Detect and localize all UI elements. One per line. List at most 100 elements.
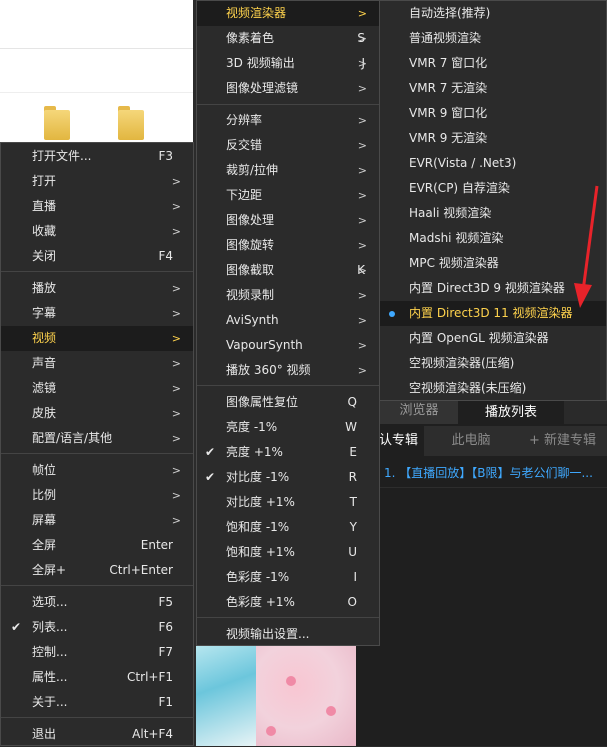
menu-item-haali-renderer[interactable]: Haali 视频渲染 xyxy=(380,201,606,226)
menu-item-playlist[interactable]: 列表... F6 ✔ xyxy=(1,615,193,640)
menu-item-brightness-down[interactable]: 亮度 -1% W xyxy=(197,415,379,440)
video-thumbnail xyxy=(196,646,356,746)
submenu-arrow-icon: > xyxy=(357,239,367,252)
album-tab-this-pc[interactable]: 此电脑 xyxy=(424,426,518,456)
menu-item-auto-select[interactable]: 自动选择(推荐) xyxy=(380,1,606,26)
submenu-arrow-icon: > xyxy=(357,7,367,20)
menu-item-video-output-settings[interactable]: 视频输出设置... xyxy=(197,622,379,647)
submenu-arrow-icon: > xyxy=(171,225,181,238)
menu-item-null-uncompressed[interactable]: 空视频渲染器(未压缩) xyxy=(380,376,606,401)
menu-item-label: 裁剪/拉伸 xyxy=(226,163,279,177)
menu-item-fullscreen[interactable]: 全屏 Enter xyxy=(1,533,193,558)
menu-item-label: VMR 7 窗口化 xyxy=(409,56,488,70)
menu-item-options[interactable]: 选项... F5 xyxy=(1,590,193,615)
menu-item-contrast-up[interactable]: 对比度 +1% T xyxy=(197,490,379,515)
menu-item-exit[interactable]: 退出 Alt+F4 xyxy=(1,722,193,747)
menu-item-resolution[interactable]: 分辨率 > xyxy=(197,108,379,133)
menu-item-hue-down[interactable]: 色彩度 -1% I xyxy=(197,565,379,590)
menu-item-open-file[interactable]: 打开文件... F3 xyxy=(1,144,193,169)
folder-icon[interactable] xyxy=(44,106,72,140)
menu-item-d3d11-renderer[interactable]: 内置 Direct3D 11 视频渲染器 xyxy=(380,301,606,326)
menu-item-saturation-up[interactable]: 饱和度 +1% U xyxy=(197,540,379,565)
menu-item-skin[interactable]: 皮肤 > xyxy=(1,401,193,426)
menu-item-open[interactable]: 打开 > xyxy=(1,169,193,194)
menu-item-playback[interactable]: 播放 > xyxy=(1,276,193,301)
menu-item-d3d9-renderer[interactable]: 内置 Direct3D 9 视频渲染器 xyxy=(380,276,606,301)
menu-item-3d-video-output[interactable]: 3D 视频输出 J > xyxy=(197,51,379,76)
folder-icon[interactable] xyxy=(118,106,146,140)
checkmark-icon: ✔ xyxy=(205,470,216,484)
menu-item-image-rotation[interactable]: 图像旋转 > xyxy=(197,233,379,258)
menu-separator xyxy=(1,717,193,718)
menu-item-label: 饱和度 +1% xyxy=(226,545,295,559)
menu-item-label: 下边距 xyxy=(226,188,263,202)
menu-item-normal-renderer[interactable]: 普通视频渲染 xyxy=(380,26,606,51)
menu-item-config-language-other[interactable]: 配置/语言/其他 > xyxy=(1,426,193,451)
tab-playlist[interactable]: 播放列表 xyxy=(458,397,564,424)
menu-item-saturation-down[interactable]: 饱和度 -1% Y xyxy=(197,515,379,540)
menu-item-label: 对比度 -1% xyxy=(226,470,290,484)
menu-item-evr[interactable]: EVR(Vista / .Net3) xyxy=(380,151,606,176)
radio-selected-icon xyxy=(389,311,395,317)
menu-item-close[interactable]: 关闭 F4 xyxy=(1,244,193,269)
submenu-arrow-icon: > xyxy=(171,282,181,295)
menu-item-label: 像素着色 xyxy=(226,31,275,45)
menu-item-video-recording[interactable]: 视频录制 > xyxy=(197,283,379,308)
menu-item-shortcut: F1 xyxy=(158,695,173,709)
menu-item-play-360-video[interactable]: 播放 360° 视频 > xyxy=(197,358,379,383)
menu-item-contrast-down[interactable]: 对比度 -1% R ✔ xyxy=(197,465,379,490)
menu-item-vmr9-renderless[interactable]: VMR 9 无渲染 xyxy=(380,126,606,151)
menu-item-video[interactable]: 视频 > xyxy=(1,326,193,351)
menu-item-favorites[interactable]: 收藏 > xyxy=(1,219,193,244)
menu-item-label: 视频录制 xyxy=(226,288,275,302)
menu-item-hue-up[interactable]: 色彩度 +1% O xyxy=(197,590,379,615)
submenu-arrow-icon: > xyxy=(357,114,367,127)
menu-item-subtitles[interactable]: 字幕 > xyxy=(1,301,193,326)
menu-item-controls[interactable]: 控制... F7 xyxy=(1,640,193,665)
menu-item-shortcut: T xyxy=(349,495,357,509)
menu-item-image-capture[interactable]: 图像截取 K > xyxy=(197,258,379,283)
menu-item-image-filter[interactable]: 图像处理滤镜 > xyxy=(197,76,379,101)
menu-item-screen[interactable]: 屏幕 > xyxy=(1,508,193,533)
submenu-arrow-icon: > xyxy=(357,289,367,302)
menu-item-vmr7-renderless[interactable]: VMR 7 无渲染 xyxy=(380,76,606,101)
menu-item-vmr9-windowed[interactable]: VMR 9 窗口化 xyxy=(380,101,606,126)
menu-item-frame-position[interactable]: 帧位 > xyxy=(1,458,193,483)
menu-item-label: 视频输出设置... xyxy=(226,627,310,641)
menu-item-label: 反交错 xyxy=(226,138,263,152)
menu-item-live[interactable]: 直播 > xyxy=(1,194,193,219)
menu-item-evr-cp[interactable]: EVR(CP) 自荐渲染 xyxy=(380,176,606,201)
menu-item-vapoursynth[interactable]: VapourSynth > xyxy=(197,333,379,358)
menu-item-video-renderer[interactable]: 视频渲染器 > xyxy=(197,1,379,26)
menu-item-about[interactable]: 关于... F1 xyxy=(1,690,193,715)
menu-item-shortcut: E xyxy=(349,445,357,459)
video-renderer-submenu: 自动选择(推荐) 普通视频渲染 VMR 7 窗口化 VMR 7 无渲染 VMR 9 窗口… xyxy=(379,0,607,401)
menu-item-null-compressed[interactable]: 空视频渲染器(压缩) xyxy=(380,351,606,376)
playlist-item[interactable]: 1. 【直播回放】【B限】与老公们聊一... xyxy=(384,461,607,485)
menu-item-aspect-ratio[interactable]: 比例 > xyxy=(1,483,193,508)
tab-browser[interactable]: 浏览器 xyxy=(380,397,458,424)
menu-item-audio[interactable]: 声音 > xyxy=(1,351,193,376)
menu-item-reset-image-properties[interactable]: 图像属性复位 Q xyxy=(197,390,379,415)
menu-item-fullscreen-plus[interactable]: 全屏+ Ctrl+Enter xyxy=(1,558,193,583)
menu-item-crop-stretch[interactable]: 裁剪/拉伸 > xyxy=(197,158,379,183)
menu-item-madshi-renderer[interactable]: Madshi 视频渲染 xyxy=(380,226,606,251)
menu-item-bottom-margin[interactable]: 下边距 > xyxy=(197,183,379,208)
menu-item-image-processing[interactable]: 图像处理 > xyxy=(197,208,379,233)
submenu-arrow-icon: > xyxy=(171,307,181,320)
menu-item-properties[interactable]: 属性... Ctrl+F1 xyxy=(1,665,193,690)
menu-item-avisynth[interactable]: AviSynth > xyxy=(197,308,379,333)
menu-item-opengl-renderer[interactable]: 内置 OpenGL 视频渲染器 xyxy=(380,326,606,351)
menu-item-vmr7-windowed[interactable]: VMR 7 窗口化 xyxy=(380,51,606,76)
menu-item-label: VMR 9 无渲染 xyxy=(409,131,488,145)
menu-item-label: 播放 360° 视频 xyxy=(226,363,311,377)
menu-item-label: VapourSynth xyxy=(226,338,303,352)
menu-item-label: 直播 xyxy=(32,199,57,213)
menu-item-filters[interactable]: 滤镜 > xyxy=(1,376,193,401)
menu-item-pixel-shader[interactable]: 像素着色 S > xyxy=(197,26,379,51)
explorer-divider xyxy=(0,92,193,93)
menu-item-deinterlace[interactable]: 反交错 > xyxy=(197,133,379,158)
new-album-button[interactable]: + 新建专辑 xyxy=(518,426,607,456)
menu-item-brightness-up[interactable]: 亮度 +1% E ✔ xyxy=(197,440,379,465)
menu-item-mpc-renderer[interactable]: MPC 视频渲染器 xyxy=(380,251,606,276)
